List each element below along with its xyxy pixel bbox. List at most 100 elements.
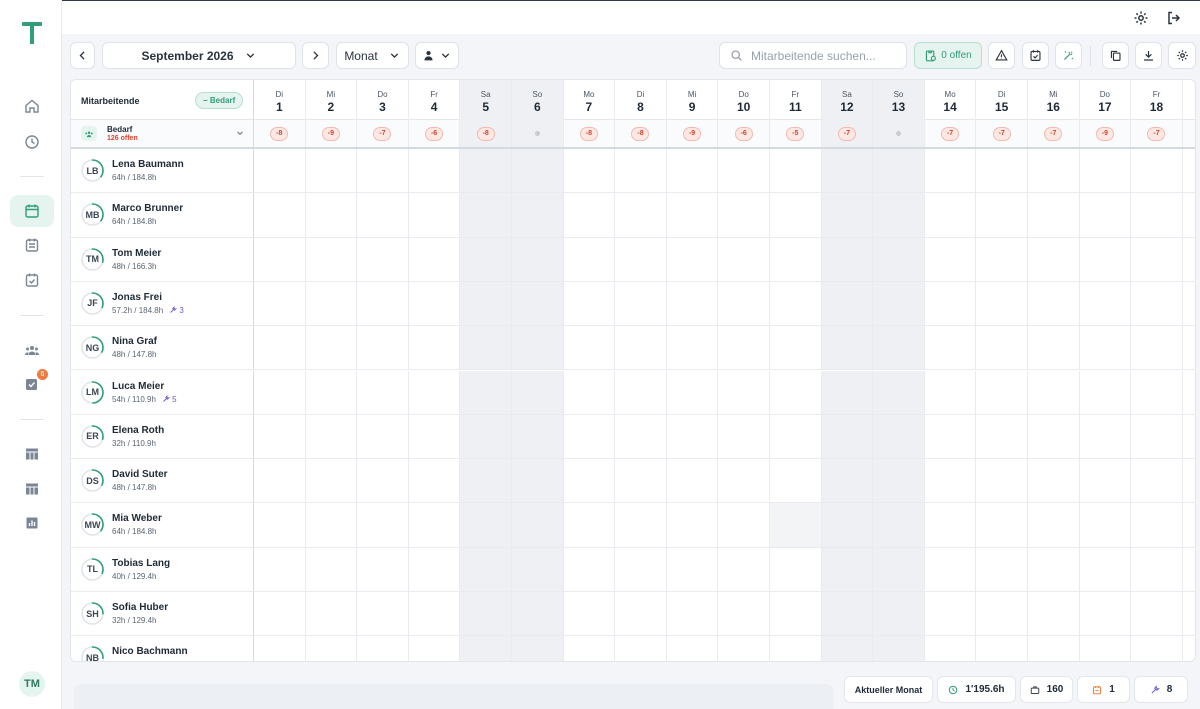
chevron-down-icon[interactable] [235,128,245,138]
shift-cell[interactable] [1028,414,1080,459]
shift-cell[interactable] [512,414,564,459]
shift-cell[interactable] [306,459,358,503]
shift-cell[interactable] [667,237,719,281]
employee-info[interactable]: TM Tom Meier 48h / 166.3h [71,237,254,281]
shift-cell[interactable] [1131,326,1183,370]
shift-cell[interactable] [460,414,512,459]
shift-cell[interactable] [667,414,719,459]
shift-cell[interactable] [821,237,874,281]
reports-icon[interactable] [10,507,54,539]
shift-cell[interactable] [718,636,770,661]
need-cell[interactable]: -9 [1080,120,1132,147]
shift-cell[interactable] [976,503,1028,547]
shift-cell[interactable] [409,547,461,591]
shift-cell[interactable] [254,281,306,326]
shift-cell[interactable] [615,237,667,281]
employee-info[interactable]: SH Sofia Huber 32h / 129.4h [71,592,254,636]
shift-cell[interactable] [254,592,306,636]
search-box[interactable] [719,42,907,69]
shift-cell[interactable] [357,547,409,591]
shift-cell[interactable] [564,149,616,193]
shift-cell[interactable] [770,193,822,237]
shift-cell[interactable] [564,414,616,459]
table-icon[interactable] [10,438,54,470]
shift-cell[interactable] [564,636,616,661]
shift-cell[interactable] [512,636,564,661]
shift-cell[interactable] [615,503,667,547]
shift-cell[interactable] [306,281,358,326]
shift-cell[interactable] [976,149,1028,193]
shift-cell[interactable] [718,414,770,459]
shift-cell[interactable] [873,281,925,326]
copy-button[interactable] [1102,42,1129,69]
shift-cell[interactable] [306,237,358,281]
need-cell[interactable]: -7 [1028,120,1080,147]
shift-cell[interactable] [1080,592,1132,636]
search-input[interactable] [751,48,901,63]
shift-cell[interactable] [409,149,461,193]
day-header[interactable]: Di 1 [254,80,306,120]
shift-cell[interactable] [925,636,977,661]
home-icon[interactable] [10,90,54,122]
need-cell[interactable]: -7 [925,120,977,147]
shift-cell[interactable] [1131,281,1183,326]
employee-info[interactable]: LM Luca Meier 54h / 110.9h 5 [71,370,254,414]
shift-cell[interactable] [976,592,1028,636]
shift-cell[interactable] [667,326,719,370]
calendar-check-icon[interactable] [10,264,54,296]
shift-cell[interactable] [770,149,822,193]
need-cell[interactable]: -8 [254,120,306,147]
shift-cell[interactable] [254,636,306,661]
shift-cell[interactable] [821,592,874,636]
app-logo[interactable] [22,22,42,46]
shift-cell[interactable] [306,193,358,237]
shift-cell[interactable] [667,149,719,193]
shift-cell[interactable] [976,193,1028,237]
shift-cell[interactable] [409,193,461,237]
shift-cell[interactable] [615,459,667,503]
shift-cell[interactable] [667,193,719,237]
shift-cell[interactable] [718,326,770,370]
shift-cell[interactable] [409,237,461,281]
shift-cell[interactable] [1028,326,1080,370]
next-month-button[interactable] [302,42,329,69]
day-header[interactable]: Di 8 [615,80,667,120]
need-cell[interactable]: -6 [409,120,461,147]
employee-info[interactable]: MB Marco Brunner 64h / 184.8h [71,193,254,237]
shift-cell[interactable] [1131,149,1183,193]
shift-cell[interactable] [1131,636,1183,661]
shift-cell[interactable] [1080,237,1132,281]
person-filter-button[interactable] [415,42,459,69]
shift-cell[interactable] [821,547,874,591]
calendar-check-button[interactable] [1022,42,1049,69]
shift-cell[interactable] [1028,592,1080,636]
shift-cell[interactable] [254,370,306,414]
employee-info[interactable]: DS David Suter 48h / 147.8h [71,459,254,503]
shift-cell[interactable] [615,592,667,636]
shift-cell[interactable] [306,636,358,661]
employee-info[interactable]: LB Lena Baumann 64h / 184.8h [71,149,254,193]
day-header[interactable]: Do 3 [357,80,409,120]
shift-cell[interactable] [615,193,667,237]
shift-cell[interactable] [615,547,667,591]
day-header[interactable]: So 13 [873,80,925,120]
shift-cell[interactable] [770,547,822,591]
employee-info[interactable]: NG Nina Graf 48h / 147.8h [71,326,254,370]
day-header[interactable]: Fr 11 [770,80,822,120]
employee-info[interactable]: NB Nico Bachmann 24h / 92.4h [71,636,254,661]
shift-cell[interactable] [976,547,1028,591]
shift-cell[interactable] [1080,459,1132,503]
need-cell[interactable]: -7 [976,120,1028,147]
need-cell[interactable]: -9 [306,120,358,147]
shift-cell[interactable] [460,503,512,547]
shift-cell[interactable] [718,503,770,547]
shift-cell[interactable] [821,281,874,326]
shift-cell[interactable] [254,149,306,193]
shift-cell[interactable] [667,636,719,661]
shift-cell[interactable] [460,370,512,414]
day-header[interactable]: Mo 14 [925,80,977,120]
employee-info[interactable]: MW Mia Weber 64h / 184.8h [71,503,254,547]
shift-cell[interactable] [564,281,616,326]
month-select[interactable]: September 2026 [102,42,296,69]
shift-cell[interactable] [615,281,667,326]
